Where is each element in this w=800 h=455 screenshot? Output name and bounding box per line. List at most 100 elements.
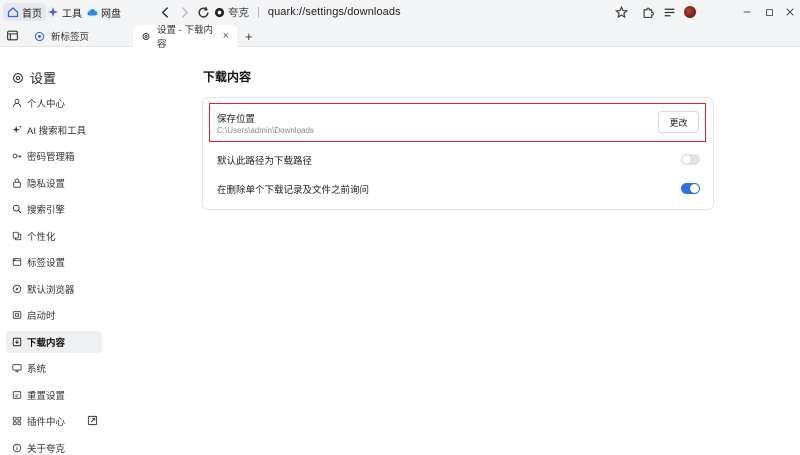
- bookmark-button[interactable]: [613, 4, 629, 20]
- sidebar-item-personalize[interactable]: 个性化: [6, 225, 102, 247]
- star-icon: [614, 5, 628, 18]
- gear-icon: [13, 72, 23, 83]
- forward-button[interactable]: [176, 4, 192, 20]
- settings-title-label: 设置: [30, 71, 57, 86]
- sidebar-item-downloads[interactable]: 下载内容: [6, 331, 102, 353]
- sidebar-item-tabs[interactable]: 标签设置: [6, 251, 102, 273]
- sidebar-item-label: 默认浏览器: [27, 285, 75, 296]
- tab-overview-icon: [6, 30, 18, 40]
- sidebar-item-label: 个性化: [27, 232, 56, 243]
- confirm-delete-toggle[interactable]: [681, 183, 700, 194]
- address-url: quark://settings/downloads: [267, 6, 401, 18]
- home-icon: [7, 7, 19, 18]
- tools-button[interactable]: 工具: [43, 3, 86, 21]
- search-icon: [12, 204, 22, 214]
- sidebar-item-label: 密码管理箱: [27, 152, 75, 163]
- lock-icon: [13, 178, 21, 188]
- palette-icon: [12, 231, 22, 241]
- address-bar[interactable]: 夸克 | quark://settings/downloads: [214, 3, 634, 21]
- chevron-left-icon: [161, 6, 168, 18]
- user-icon: [12, 98, 22, 108]
- sidebar-item-label: 插件中心: [27, 417, 66, 428]
- tab-overview-button[interactable]: [4, 27, 20, 43]
- site-label: 夸克: [228, 6, 249, 19]
- sidebar-item-label: 标签设置: [27, 258, 66, 269]
- close-icon: [786, 8, 794, 16]
- browser-toolbar: 首页 工具 网盘 夸克 | quark://settings/downloads: [0, 0, 800, 24]
- external-link-icon[interactable]: [87, 415, 98, 426]
- maximize-icon: [765, 8, 773, 16]
- sidebar-item-system[interactable]: 系统: [6, 357, 102, 379]
- toggle-knob: [690, 184, 699, 193]
- save-location-path: C:\Users\admin\Downloads: [217, 126, 314, 135]
- download-icon: [12, 337, 22, 347]
- plus-icon: +: [245, 28, 253, 44]
- menu-button[interactable]: [661, 4, 677, 20]
- save-location-highlight: [209, 103, 706, 142]
- reload-icon: [197, 6, 209, 18]
- gear-icon: [142, 32, 150, 40]
- close-window-button[interactable]: [780, 3, 800, 21]
- avatar[interactable]: [684, 6, 696, 18]
- sidebar-item-label: 启动时: [27, 311, 56, 322]
- startup-icon: [12, 311, 22, 319]
- settings-sidebar: 设置 个人中心 AI 搜索和工具 密码管理箱 隐私设置 搜索引擎 个性化 标签设…: [0, 47, 110, 455]
- puzzle-icon: [12, 416, 22, 426]
- sidebar-item-plugins[interactable]: 插件中心: [6, 410, 102, 432]
- sidebar-item-label: 关于夸克: [27, 444, 66, 455]
- tab-strip: 新标签页 设置 - 下载内容 × +: [0, 24, 800, 50]
- quark-logo-icon: [214, 7, 225, 17]
- address-separator: |: [257, 6, 260, 18]
- drive-label: 网盘: [101, 8, 121, 20]
- reload-button[interactable]: [195, 4, 211, 20]
- change-location-button[interactable]: 更改: [658, 111, 699, 133]
- tab-settings[interactable]: 设置 - 下载内容 ×: [133, 25, 237, 50]
- sidebar-item-default-browser[interactable]: 默认浏览器: [6, 278, 102, 300]
- tab-label: 设置 - 下载内容: [157, 25, 213, 50]
- tools-sparkle-icon: [48, 7, 58, 17]
- home-label: 首页: [22, 8, 42, 20]
- sidebar-item-label: 隐私设置: [27, 179, 66, 190]
- sidebar-item-reset[interactable]: 重置设置: [6, 384, 102, 406]
- extensions-button[interactable]: [640, 4, 656, 20]
- sidebar-item-about[interactable]: 关于夸克: [6, 437, 102, 455]
- sidebar-item-ai-search[interactable]: AI 搜索和工具: [6, 119, 102, 141]
- sidebar-item-label: 重置设置: [27, 391, 66, 402]
- sidebar-item-privacy[interactable]: 隐私设置: [6, 172, 102, 194]
- minimize-icon: [743, 11, 751, 13]
- info-icon: [12, 443, 22, 453]
- sidebar-item-profile[interactable]: 个人中心: [6, 92, 102, 114]
- drive-button[interactable]: 网盘: [82, 3, 125, 21]
- maximize-button[interactable]: [759, 3, 779, 21]
- chevron-right-icon: [181, 6, 188, 18]
- monitor-icon: [12, 364, 22, 373]
- site-chip: 夸克: [214, 5, 249, 20]
- sidebar-item-label: 个人中心: [27, 99, 66, 110]
- minimize-button[interactable]: [737, 3, 757, 21]
- settings-title: 设置: [12, 68, 56, 87]
- reset-icon: [12, 391, 22, 399]
- menu-lines-icon: [664, 8, 674, 16]
- ai-spark-icon: [12, 125, 22, 134]
- tab-new-tab[interactable]: 新标签页: [26, 25, 130, 47]
- sidebar-item-label: 搜索引擎: [27, 205, 66, 216]
- sidebar-item-label: 下载内容: [27, 338, 66, 349]
- key-icon: [12, 153, 22, 159]
- tab-icon: [12, 258, 22, 266]
- sidebar-item-passwords[interactable]: 密码管理箱: [6, 145, 102, 167]
- page-title: 下载内容: [203, 70, 252, 84]
- sidebar-item-label: AI 搜索和工具: [27, 126, 87, 137]
- home-button[interactable]: 首页: [3, 3, 46, 21]
- default-path-toggle[interactable]: [681, 154, 700, 165]
- default-path-label: 默认此路径为下载路径: [217, 156, 313, 167]
- new-tab-icon: [34, 31, 45, 41]
- tab-label: 新标签页: [51, 32, 90, 43]
- back-button[interactable]: [157, 4, 173, 20]
- save-location-label: 保存位置: [217, 114, 256, 125]
- new-tab-button[interactable]: +: [241, 25, 257, 47]
- sidebar-item-search-engine[interactable]: 搜索引擎: [6, 198, 102, 220]
- tab-close-icon[interactable]: ×: [223, 30, 229, 42]
- puzzle-icon: [643, 7, 654, 18]
- sidebar-item-startup[interactable]: 启动时: [6, 304, 102, 326]
- confirm-delete-label: 在删除单个下载记录及文件之前询问: [217, 185, 370, 196]
